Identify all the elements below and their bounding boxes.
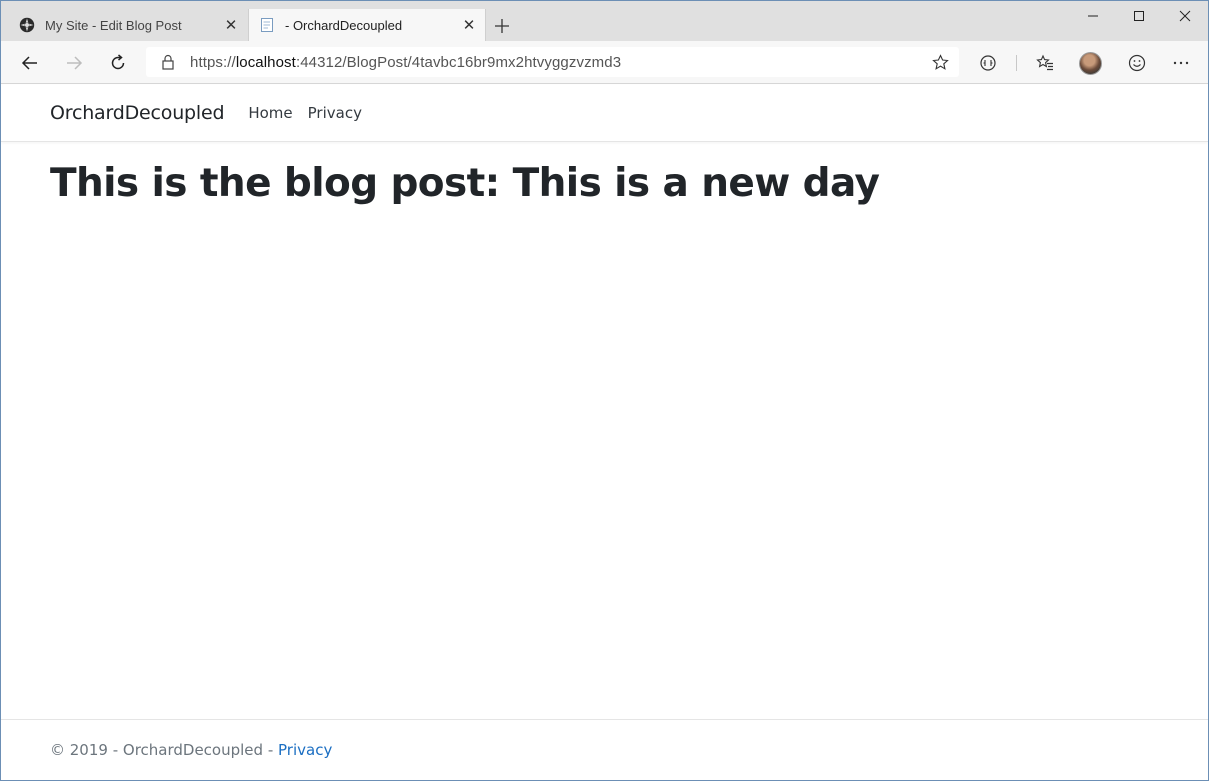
window-controls [1070,1,1208,31]
url-path: :44312/BlogPost/4tavbc16br9mx2htvyggzvzm… [295,53,622,71]
address-bar[interactable]: https://localhost:44312/BlogPost/4tavbc1… [146,47,959,77]
tab-title: My Site - Edit Blog Post [45,17,182,33]
refresh-icon[interactable] [103,48,133,78]
nav-link-privacy[interactable]: Privacy [308,104,362,122]
url-scheme: https:// [190,53,236,71]
close-icon[interactable]: ✕ [217,11,245,39]
star-icon[interactable] [925,47,955,77]
forward-arrow-icon[interactable] [59,48,89,78]
lock-icon[interactable] [160,54,176,70]
toolbar-divider [1016,55,1017,71]
nav-link-home[interactable]: Home [248,104,292,122]
new-tab-button[interactable] [489,13,515,39]
site-navbar: OrchardDecoupled Home Privacy [1,85,1208,142]
tab-edit-blog-post[interactable]: My Site - Edit Blog Post ✕ [1,9,247,41]
minimize-button[interactable] [1070,1,1116,31]
footer-privacy-link[interactable]: Privacy [278,741,332,759]
navigation-toolbar: https://localhost:44312/BlogPost/4tavbc1… [1,41,1208,84]
tab-strip: My Site - Edit Blog Post ✕ - OrchardDeco… [1,1,1208,41]
web-page: OrchardDecoupled Home Privacy This is th… [1,85,1208,780]
url-text[interactable]: https://localhost:44312/BlogPost/4tavbc1… [190,54,925,71]
browser-window: My Site - Edit Blog Post ✕ - OrchardDeco… [0,0,1209,781]
close-icon[interactable]: ✕ [455,11,483,39]
footer-copyright: © 2019 - OrchardDecoupled - [50,741,279,759]
reading-view-icon[interactable] [973,48,1003,78]
tab-title: - OrchardDecoupled [285,17,403,33]
maximize-button[interactable] [1116,1,1162,31]
more-icon[interactable] [1166,48,1196,78]
page-icon [259,17,275,33]
tab-orchard-decoupled[interactable]: - OrchardDecoupled ✕ [248,9,486,41]
avatar[interactable] [1079,52,1102,75]
smiley-icon[interactable] [1122,48,1152,78]
footer-text: © 2019 - OrchardDecoupled - Privacy [50,741,332,759]
site-footer: © 2019 - OrchardDecoupled - Privacy [1,719,1208,780]
page-title: This is the blog post: This is a new day [50,161,880,206]
close-window-button[interactable] [1162,1,1208,31]
orchard-icon [19,17,35,33]
back-arrow-icon[interactable] [15,48,45,78]
favorites-icon[interactable] [1030,48,1060,78]
site-brand-link[interactable]: OrchardDecoupled [50,102,225,124]
url-host: localhost [235,53,296,71]
